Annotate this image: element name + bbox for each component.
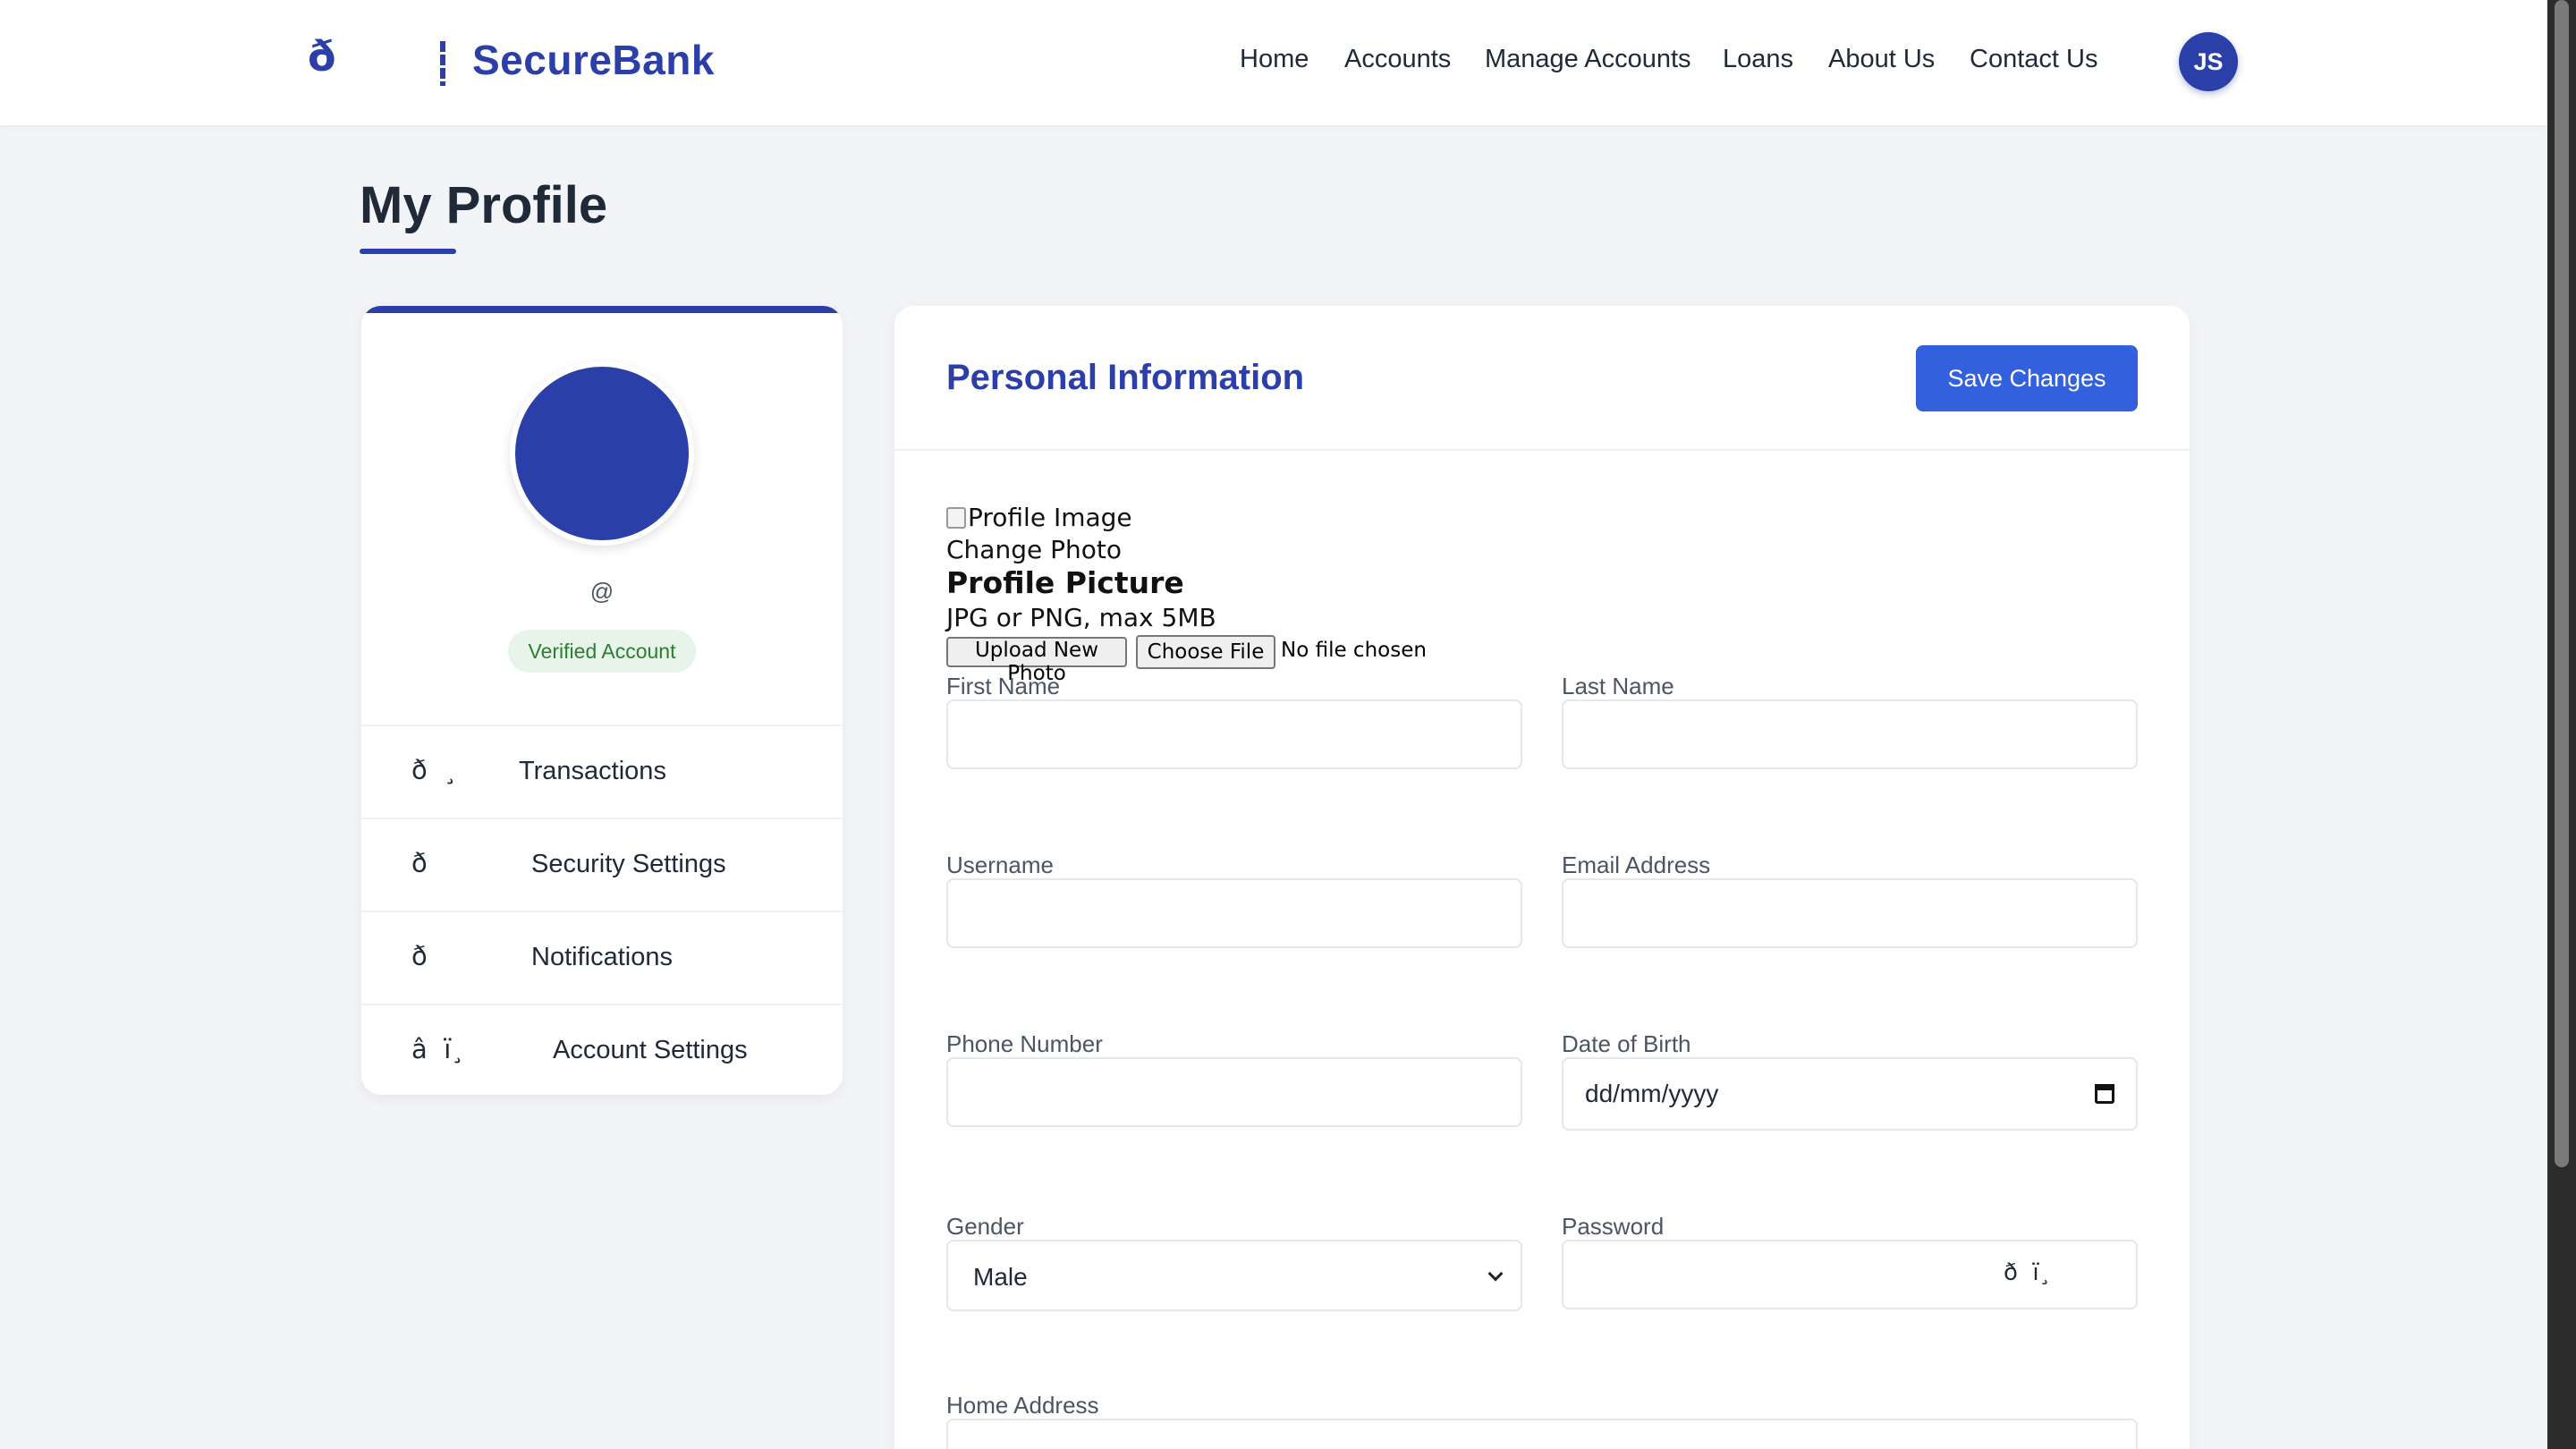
transactions-icon: ð ¸	[411, 755, 457, 785]
dob-input[interactable]	[1562, 1057, 2138, 1131]
phone-label: Phone Number	[946, 1030, 1103, 1057]
last-name-input[interactable]	[1562, 699, 2138, 769]
show-password-icon[interactable]: ð ï¸	[2004, 1259, 2051, 1286]
profile-avatar	[510, 361, 694, 546]
gender-selected-value: Male	[973, 1263, 1028, 1291]
email-input[interactable]	[1562, 878, 2138, 948]
sidebar-item-account-settings[interactable]: â ï¸ Account Settings	[361, 1004, 843, 1095]
nav-link-loans[interactable]: Loans	[1723, 45, 1793, 74]
password-label: Password	[1562, 1213, 1665, 1240]
profile-handle: @	[589, 578, 614, 605]
broken-image-icon	[946, 506, 966, 529]
save-changes-button[interactable]: Save Changes	[1916, 345, 2138, 411]
page-scrollbar-thumb[interactable]	[2555, 0, 2569, 1167]
profile-summary-card: @ Verified Account ð ¸ Transactions ð Se…	[361, 306, 843, 1095]
sidebar-item-label: Notifications	[531, 943, 673, 971]
username-input[interactable]	[946, 878, 1522, 948]
profile-picture-heading: Profile Picture	[946, 565, 1184, 600]
calendar-icon[interactable]	[2095, 1084, 2114, 1104]
username-label: Username	[946, 852, 1054, 878]
personal-information-card: Personal Information Save Changes Profil…	[894, 306, 2190, 1449]
first-name-input[interactable]	[946, 699, 1522, 769]
sidebar-item-label: Security Settings	[531, 850, 726, 878]
phone-input[interactable]	[946, 1057, 1522, 1127]
security-icon: ð	[411, 848, 428, 878]
profile-image: Profile Image	[946, 503, 1132, 532]
settings-icon: â ï¸	[411, 1034, 464, 1064]
gender-select[interactable]: Male	[946, 1240, 1522, 1311]
verified-badge: Verified Account	[508, 630, 696, 673]
sidebar-item-security-settings[interactable]: ð Security Settings	[361, 818, 843, 911]
page-title-underline	[360, 249, 456, 254]
change-photo-link[interactable]: Change Photo	[946, 535, 1122, 564]
first-name-label: First Name	[946, 673, 1061, 699]
home-address-input[interactable]	[946, 1419, 2138, 1449]
nav-link-accounts[interactable]: Accounts	[1344, 45, 1451, 74]
choose-file-button[interactable]: Choose File	[1136, 635, 1275, 669]
header-divider	[894, 449, 2190, 451]
card-accent-bar	[361, 306, 843, 313]
top-navbar: ð SecureBank Home Accounts Manage Accoun…	[0, 0, 2547, 125]
chevron-down-icon	[1487, 1266, 1504, 1282]
nav-link-contact-us[interactable]: Contact Us	[1970, 45, 2097, 74]
dob-label: Date of Birth	[1562, 1030, 1691, 1057]
sidebar-item-label: Account Settings	[553, 1036, 748, 1064]
profile-image-alt: Profile Image	[968, 503, 1132, 532]
sidebar-item-notifications[interactable]: ð Notifications	[361, 911, 843, 1004]
nav-link-about-us[interactable]: About Us	[1828, 45, 1935, 74]
main-nav: Home Accounts Manage Accounts Loans Abou…	[0, 45, 2547, 80]
nav-link-manage-accounts[interactable]: Manage Accounts	[1485, 45, 1691, 74]
password-input[interactable]	[1562, 1240, 2138, 1309]
upload-new-photo-button[interactable]: Upload New Photo	[946, 637, 1127, 685]
gender-label: Gender	[946, 1213, 1024, 1240]
page-title: My Profile	[360, 176, 608, 234]
sidebar-item-label: Transactions	[519, 757, 666, 785]
notifications-icon: ð	[411, 941, 428, 971]
section-title: Personal Information	[946, 358, 1305, 397]
nav-link-home[interactable]: Home	[1240, 45, 1309, 74]
home-address-label: Home Address	[946, 1392, 1099, 1419]
email-label: Email Address	[1562, 852, 1711, 878]
last-name-label: Last Name	[1562, 673, 1674, 699]
file-status: No file chosen	[1281, 639, 1427, 662]
user-avatar[interactable]: JS	[2179, 32, 2238, 91]
file-format-hint: JPG or PNG, max 5MB	[946, 603, 1216, 632]
sidebar-item-transactions[interactable]: ð ¸ Transactions	[361, 724, 843, 818]
